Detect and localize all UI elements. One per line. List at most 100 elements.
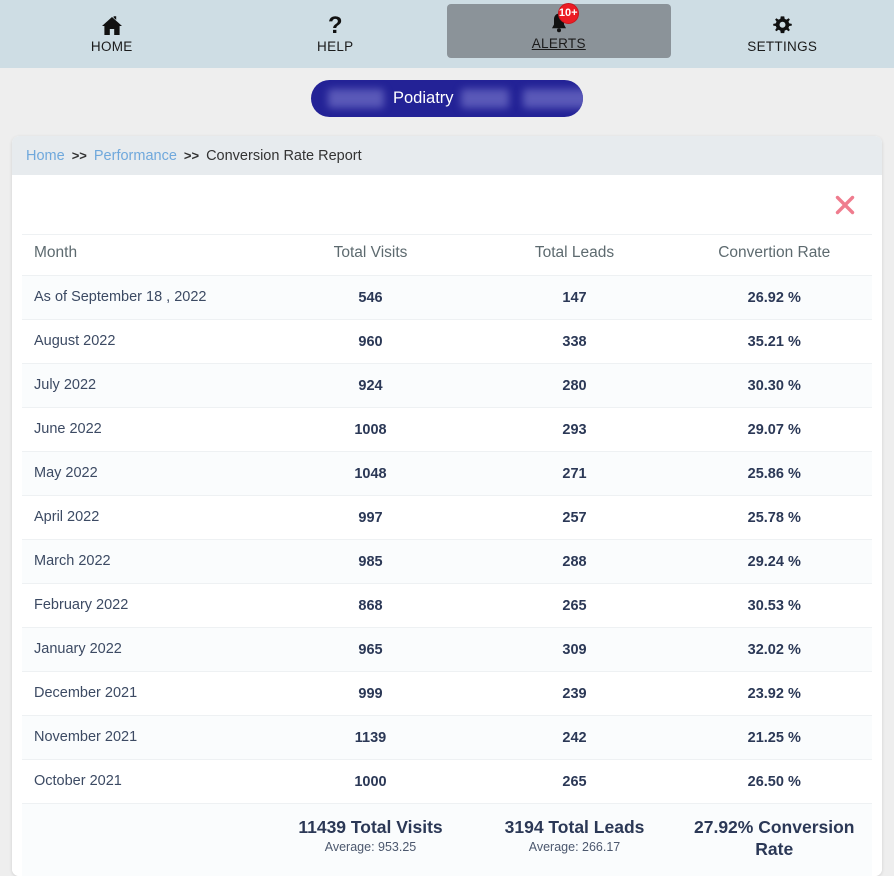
footer-cell-total-leads: 3194 Total Leads Average: 266.17 [473, 804, 677, 876]
breadcrumb-performance-link[interactable]: Performance [94, 148, 177, 164]
table-row[interactable]: January 2022 965 309 32.02 % [22, 628, 872, 672]
close-x-icon[interactable] [832, 192, 858, 218]
breadcrumb: Home >> Performance >> Conversion Rate R… [12, 136, 882, 175]
cell-conversion-rate: 30.53 % [677, 584, 873, 628]
nav-item-settings[interactable]: SETTINGS [671, 0, 894, 68]
nav-item-help[interactable]: ? HELP [224, 0, 448, 68]
cell-total-leads: 242 [473, 716, 677, 760]
breadcrumb-home-link[interactable]: Home [26, 148, 65, 164]
table-row[interactable]: March 2022 985 288 29.24 % [22, 540, 872, 584]
column-header-total-leads[interactable]: Total Leads [473, 235, 677, 276]
table-header-row: Month Total Visits Total Leads Convertio… [22, 235, 872, 276]
footer-total-leads-value: 3194 Total Leads [477, 816, 673, 838]
cell-month: May 2022 [22, 452, 269, 496]
nav-item-help-label: HELP [317, 39, 353, 55]
table-row[interactable]: October 2021 1000 265 26.50 % [22, 760, 872, 804]
cell-conversion-rate: 35.21 % [677, 320, 873, 364]
cell-month: June 2022 [22, 408, 269, 452]
cell-conversion-rate: 32.02 % [677, 628, 873, 672]
cell-month: August 2022 [22, 320, 269, 364]
breadcrumb-separator-2: >> [184, 148, 199, 163]
table-footer-row: 11439 Total Visits Average: 953.25 3194 … [22, 804, 872, 876]
cell-total-leads: 271 [473, 452, 677, 496]
cell-total-visits: 1000 [269, 760, 473, 804]
cell-conversion-rate: 30.30 % [677, 364, 873, 408]
cell-total-visits: 999 [269, 672, 473, 716]
cell-conversion-rate: 25.78 % [677, 496, 873, 540]
cell-total-visits: 924 [269, 364, 473, 408]
table-header: Month Total Visits Total Leads Convertio… [22, 235, 872, 276]
cell-conversion-rate: 23.92 % [677, 672, 873, 716]
nav-item-alerts-label: ALERTS [532, 36, 586, 52]
cell-month: As of September 18 , 2022 [22, 276, 269, 320]
cell-month: January 2022 [22, 628, 269, 672]
practice-title-label: Podiatry [393, 89, 454, 108]
report-card-body: Month Total Visits Total Leads Convertio… [12, 175, 882, 876]
question-mark-icon: ? [328, 14, 343, 38]
cell-total-leads: 265 [473, 584, 677, 628]
cell-total-visits: 1048 [269, 452, 473, 496]
table-row[interactable]: June 2022 1008 293 29.07 % [22, 408, 872, 452]
cell-total-leads: 265 [473, 760, 677, 804]
cell-month: March 2022 [22, 540, 269, 584]
cell-total-leads: 147 [473, 276, 677, 320]
table-row[interactable]: April 2022 997 257 25.78 % [22, 496, 872, 540]
table-row[interactable]: November 2021 1139 242 21.25 % [22, 716, 872, 760]
cell-conversion-rate: 25.86 % [677, 452, 873, 496]
cell-month: October 2021 [22, 760, 269, 804]
footer-total-visits-value: 11439 Total Visits [273, 816, 469, 838]
cell-total-leads: 288 [473, 540, 677, 584]
footer-average-visits-value: Average: 953.25 [273, 840, 469, 854]
footer-cell-conversion-rate: 27.92% Conversion Rate [677, 804, 873, 876]
breadcrumb-current-page: Conversion Rate Report [206, 148, 362, 164]
cell-conversion-rate: 26.92 % [677, 276, 873, 320]
cell-month: December 2021 [22, 672, 269, 716]
top-navigation-bar: HOME ? HELP 10+ ALERTS SETTINGS [0, 0, 894, 68]
nav-item-home[interactable]: HOME [0, 0, 224, 68]
table-row[interactable]: February 2022 868 265 30.53 % [22, 584, 872, 628]
cell-conversion-rate: 26.50 % [677, 760, 873, 804]
cell-total-visits: 1008 [269, 408, 473, 452]
footer-conversion-rate-value: 27.92% Conversion Rate [681, 816, 869, 860]
table-footer: 11439 Total Visits Average: 953.25 3194 … [22, 804, 872, 876]
redacted-block-right [523, 89, 583, 108]
table-row[interactable]: August 2022 960 338 35.21 % [22, 320, 872, 364]
footer-cell-month [22, 804, 269, 876]
footer-average-leads-value: Average: 266.17 [477, 840, 673, 854]
cell-month: July 2022 [22, 364, 269, 408]
table-row[interactable]: As of September 18 , 2022 546 147 26.92 … [22, 276, 872, 320]
cell-total-leads: 293 [473, 408, 677, 452]
cell-total-leads: 309 [473, 628, 677, 672]
cell-total-visits: 960 [269, 320, 473, 364]
cell-total-leads: 257 [473, 496, 677, 540]
cell-total-visits: 1139 [269, 716, 473, 760]
footer-cell-total-visits: 11439 Total Visits Average: 953.25 [269, 804, 473, 876]
cell-conversion-rate: 29.24 % [677, 540, 873, 584]
column-header-month[interactable]: Month [22, 235, 269, 276]
cell-total-leads: 239 [473, 672, 677, 716]
cell-conversion-rate: 21.25 % [677, 716, 873, 760]
redacted-block-middle [461, 89, 509, 108]
table-row[interactable]: July 2022 924 280 30.30 % [22, 364, 872, 408]
column-header-conversion-rate[interactable]: Convertion Rate [677, 235, 873, 276]
home-icon [101, 14, 123, 38]
cell-month: February 2022 [22, 584, 269, 628]
nav-item-home-label: HOME [91, 39, 133, 55]
nav-item-settings-label: SETTINGS [747, 39, 817, 55]
report-toolbar [22, 175, 872, 234]
column-header-total-visits[interactable]: Total Visits [269, 235, 473, 276]
nav-item-alerts[interactable]: 10+ ALERTS [447, 4, 671, 58]
practice-title-pill: Podiatry [311, 80, 583, 117]
conversion-rate-table: Month Total Visits Total Leads Convertio… [22, 234, 872, 876]
table-row[interactable]: May 2022 1048 271 25.86 % [22, 452, 872, 496]
cell-month: April 2022 [22, 496, 269, 540]
bell-icon: 10+ [549, 11, 569, 35]
breadcrumb-separator-1: >> [72, 148, 87, 163]
redacted-block-left [328, 89, 384, 108]
report-card: Home >> Performance >> Conversion Rate R… [12, 136, 882, 876]
cell-total-visits: 546 [269, 276, 473, 320]
table-row[interactable]: December 2021 999 239 23.92 % [22, 672, 872, 716]
cell-month: November 2021 [22, 716, 269, 760]
title-bar-area: Podiatry [0, 68, 894, 128]
cell-total-leads: 338 [473, 320, 677, 364]
